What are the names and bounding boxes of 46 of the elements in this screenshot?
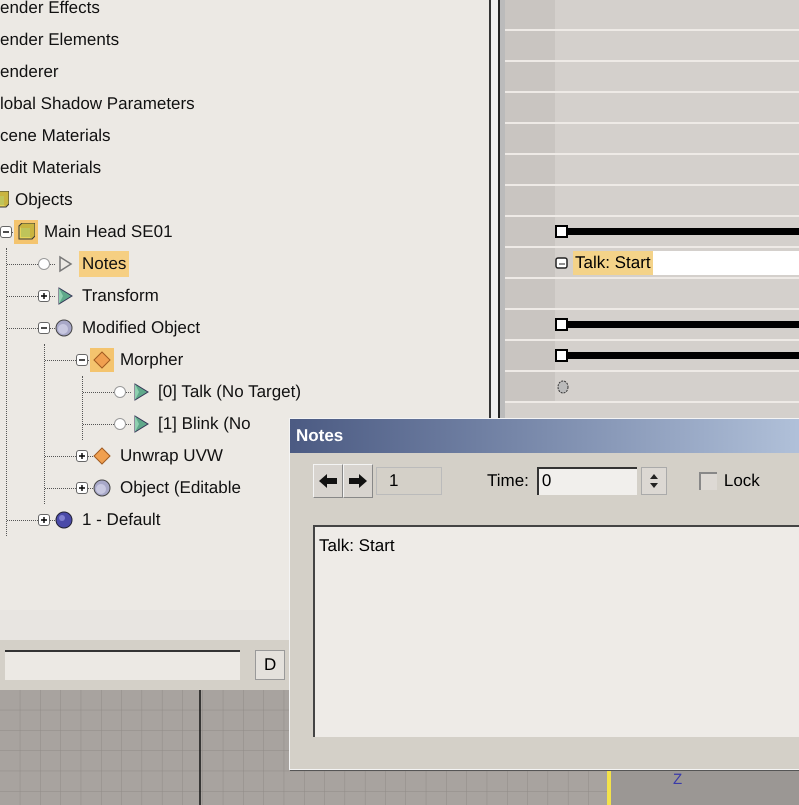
expand-icon[interactable] (38, 290, 50, 302)
tree-item[interactable]: ender Effects (0, 0, 100, 21)
tree-item[interactable]: Unwrap UVW (117, 443, 226, 469)
key-range-bar[interactable] (555, 349, 799, 362)
tree-item[interactable]: edit Materials (0, 155, 102, 181)
tree-item[interactable]: Object (Editable (117, 475, 244, 501)
notes-field[interactable]: Talk: Start (313, 525, 799, 737)
input-field[interactable] (5, 650, 240, 680)
tree-item[interactable]: [1] Blink (No (155, 411, 254, 437)
left-arrow-icon (319, 474, 337, 488)
axis-label: Z (673, 771, 682, 788)
note-icon[interactable] (555, 256, 569, 270)
note-label: Talk: Start (573, 250, 653, 274)
lock-checkbox[interactable] (698, 472, 717, 490)
tree-item[interactable]: ender Elements (0, 27, 120, 53)
tree-item[interactable]: Main Head SE01 (41, 219, 176, 245)
previous-button[interactable] (313, 464, 343, 498)
collapse-icon[interactable] (0, 226, 12, 238)
tree-item[interactable]: [0] Talk (No Target) (155, 379, 304, 405)
expand-icon[interactable] (76, 450, 88, 462)
dialog-title: Notes (296, 425, 344, 448)
note-track[interactable]: Talk: Start (573, 250, 799, 274)
collapse-icon[interactable] (38, 322, 50, 334)
expand-icon[interactable] (76, 482, 88, 494)
time-field[interactable]: 0 (536, 467, 637, 495)
next-button[interactable] (343, 464, 373, 498)
right-arrow-icon (349, 474, 367, 488)
tree-item[interactable]: Transform (79, 283, 162, 309)
key-dot-icon[interactable] (557, 380, 569, 394)
spinner-icon[interactable] (640, 467, 667, 495)
tree-item[interactable]: Notes (79, 251, 130, 277)
expand-icon[interactable] (38, 514, 50, 526)
tree-item[interactable]: lobal Shadow Parameters (0, 91, 195, 117)
tree-item[interactable]: 1 - Default (79, 507, 164, 533)
viewport-button[interactable]: D (255, 650, 286, 680)
tree-item[interactable]: cene Materials (0, 123, 111, 149)
tree-item[interactable]: Morpher (117, 347, 186, 373)
time-label: Time: (487, 470, 529, 492)
note-index-field[interactable]: 1 (376, 467, 442, 495)
lock-label: Lock (724, 470, 760, 492)
key-range-bar[interactable] (555, 318, 799, 331)
tree-item[interactable]: enderer (0, 59, 59, 85)
collapse-icon[interactable] (76, 354, 88, 366)
tree-item[interactable]: Objects (15, 187, 73, 213)
tree-item[interactable]: Modified Object (79, 315, 204, 341)
key-range-bar[interactable] (555, 225, 799, 238)
